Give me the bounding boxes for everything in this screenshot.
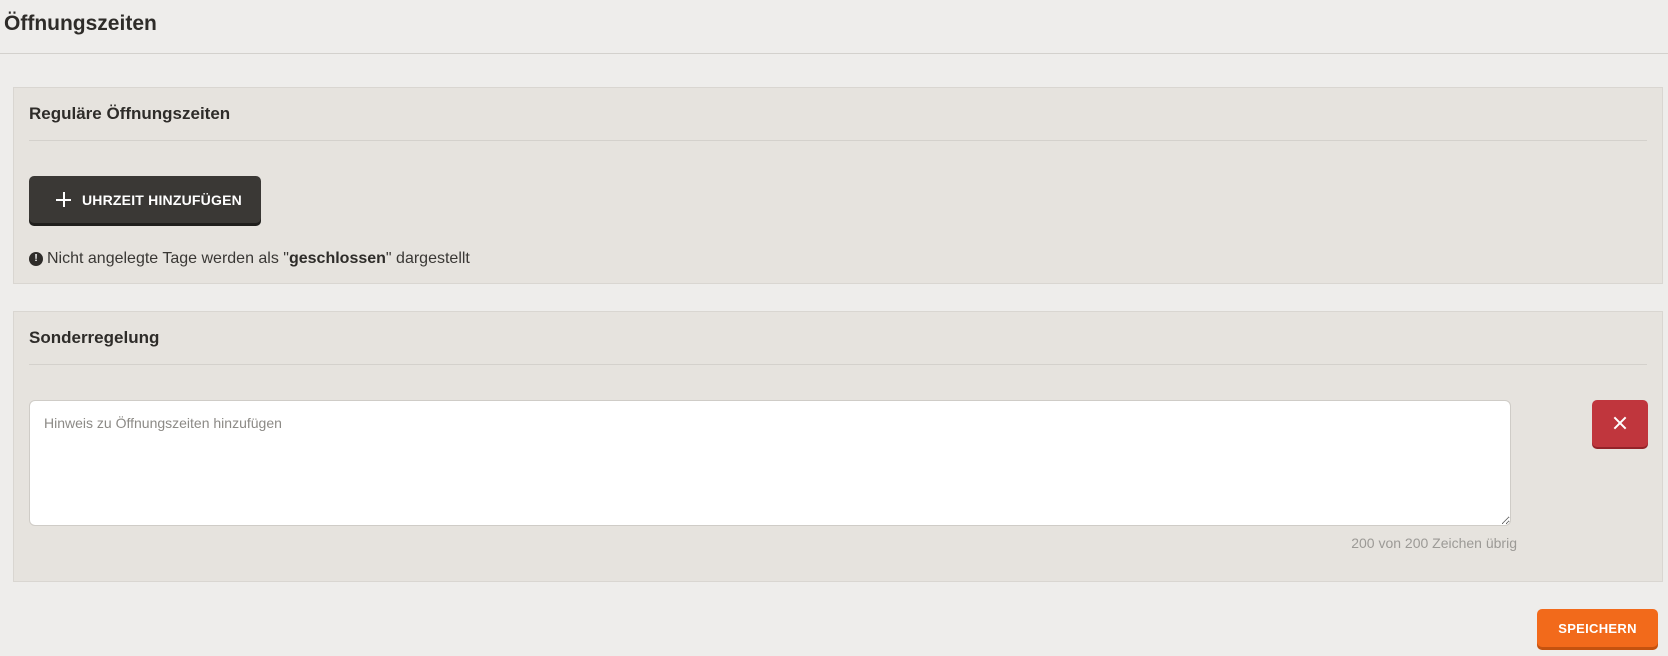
closed-days-info: ! Nicht angelegte Tage werden als " gesc… xyxy=(29,250,470,268)
character-counter: 200 von 200 Zeichen übrig xyxy=(1351,535,1517,551)
add-time-button[interactable]: UHRZEIT HINZUFÜGEN xyxy=(29,176,261,223)
plus-icon xyxy=(56,192,71,207)
title-divider xyxy=(0,53,1668,54)
regular-hours-title: Reguläre Öffnungszeiten xyxy=(29,104,231,123)
page-title: Öffnungszeiten xyxy=(4,12,157,35)
closed-days-info-suffix: " dargestellt xyxy=(385,250,470,267)
add-time-button-label: UHRZEIT HINZUFÜGEN xyxy=(82,191,242,208)
exclamation-circle-icon: ! xyxy=(29,252,43,266)
close-icon xyxy=(1613,416,1627,430)
delete-special-rule-button[interactable] xyxy=(1592,400,1648,447)
special-rule-title: Sonderregelung xyxy=(29,328,160,347)
regular-hours-panel: Reguläre Öffnungszeiten UHRZEIT HINZUFÜG… xyxy=(13,87,1663,284)
opening-hours-hint-textarea[interactable] xyxy=(29,400,1511,526)
closed-days-info-prefix: Nicht angelegte Tage werden als " xyxy=(47,250,289,267)
regular-hours-divider xyxy=(29,140,1647,141)
closed-days-info-bold: geschlossen xyxy=(288,250,386,267)
save-button[interactable]: SPEICHERN xyxy=(1537,609,1658,647)
special-rule-panel: Sonderregelung 200 von 200 Zeichen übrig xyxy=(13,311,1663,582)
special-rule-divider xyxy=(29,364,1647,365)
